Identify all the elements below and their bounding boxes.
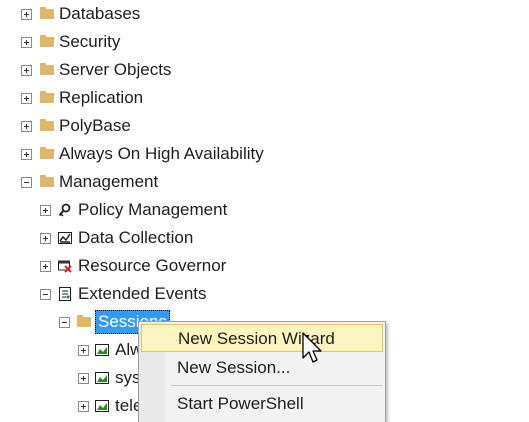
expand-icon[interactable] [21, 65, 32, 76]
menu-item-start-powershell[interactable]: Start PowerShell [141, 390, 383, 418]
menu-separator [171, 385, 383, 386]
tree-item-label: Policy Management [78, 200, 228, 219]
data-collection-icon [58, 232, 72, 244]
expand-icon[interactable] [40, 261, 51, 272]
mouse-cursor-icon [302, 332, 322, 363]
collapse-icon[interactable] [59, 317, 70, 328]
folder-icon [77, 315, 91, 327]
folder-icon [40, 147, 54, 159]
session-icon [95, 372, 109, 384]
extended-events-icon [59, 287, 71, 301]
menu-item-new-session-wizard[interactable]: New Session Wizard [141, 324, 383, 352]
tree-item-label: PolyBase [59, 116, 131, 135]
expand-icon[interactable] [21, 149, 32, 160]
folder-icon [40, 63, 54, 75]
session-icon [95, 344, 109, 356]
session-icon [95, 400, 109, 412]
collapse-icon[interactable] [21, 177, 32, 188]
policy-icon [58, 203, 71, 217]
tree-item-label: Replication [59, 88, 144, 107]
tree-item-label: Security [59, 32, 121, 51]
tree-item-label: sys [115, 368, 141, 387]
folder-icon [40, 7, 54, 19]
folder-icon [40, 91, 54, 103]
tree-item-label: Resource Governor [78, 256, 227, 275]
folder-icon [40, 175, 54, 187]
expand-icon[interactable] [21, 93, 32, 104]
expand-icon[interactable] [40, 205, 51, 216]
tree-item-label: Extended Events [78, 284, 207, 303]
tree-item-label: Management [59, 172, 159, 191]
menu-item-new-session[interactable]: New Session... [141, 354, 383, 382]
menu-item-label: Start PowerShell [177, 394, 304, 413]
expand-icon[interactable] [78, 373, 89, 384]
expand-icon[interactable] [21, 121, 32, 132]
expand-icon[interactable] [78, 401, 89, 412]
expand-icon[interactable] [78, 345, 89, 356]
menu-item-label: New Session... [177, 358, 291, 377]
tree-item-label: Databases [59, 4, 141, 23]
expand-icon[interactable] [21, 37, 32, 48]
folder-icon [40, 119, 54, 131]
tree-item-label: Always On High Availability [59, 144, 264, 163]
context-menu: New Session Wizard New Session... Start … [138, 321, 386, 422]
tree-item-label: Server Objects [59, 60, 172, 79]
folder-icon [40, 35, 54, 47]
expand-icon[interactable] [40, 233, 51, 244]
collapse-icon[interactable] [40, 289, 51, 300]
tree-item-label: Data Collection [78, 228, 194, 247]
resource-governor-icon [58, 260, 72, 273]
expand-icon[interactable] [21, 9, 32, 20]
